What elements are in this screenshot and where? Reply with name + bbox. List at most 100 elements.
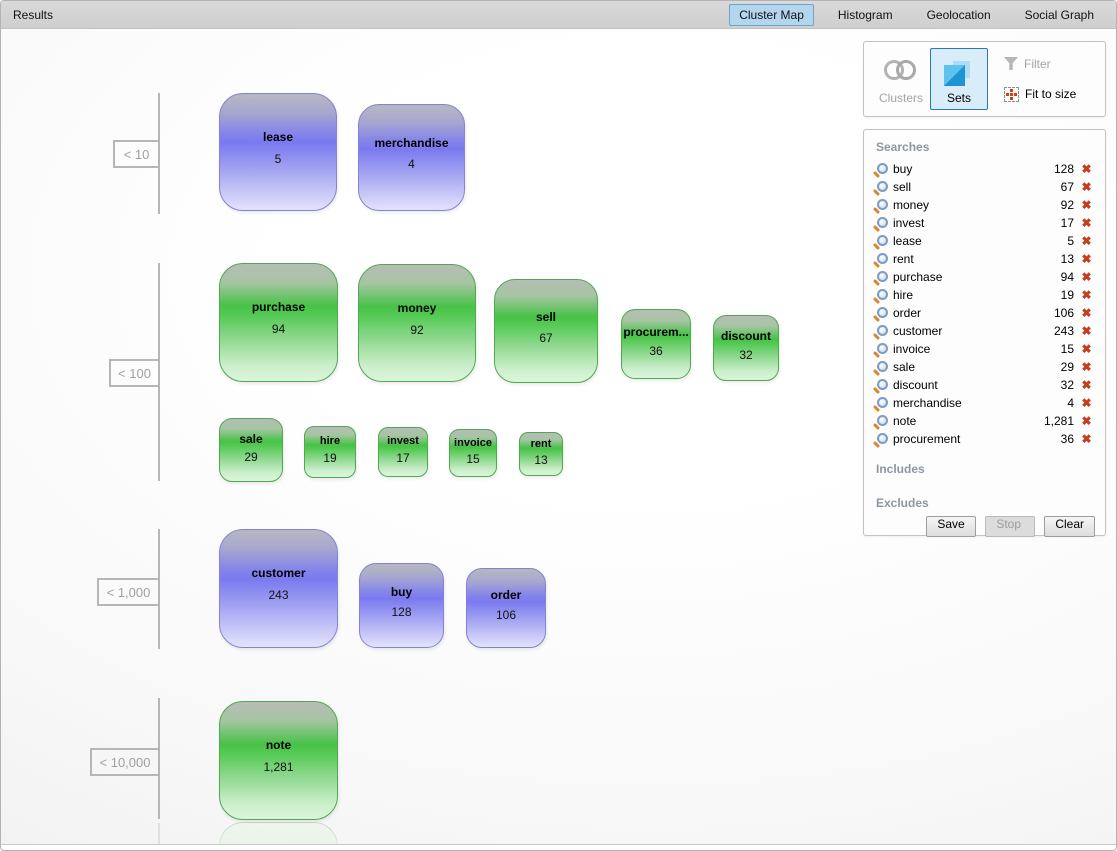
searches-button-row: SaveStopClear [874,516,1095,539]
search-count: 32 [1061,378,1074,392]
bubble-label: merchandise [374,136,448,150]
delete-search-icon[interactable]: ✖ [1078,324,1095,338]
search-item-order[interactable]: order106✖ [874,304,1095,322]
tab-histogram[interactable]: Histogram [828,4,903,26]
search-term-label: invest [893,216,924,230]
delete-search-icon[interactable]: ✖ [1078,270,1095,284]
bubble-label: discount [721,329,771,343]
search-item-invoice[interactable]: invoice15✖ [874,340,1095,358]
cluster-bubble-invoice[interactable]: invoice15 [449,429,497,477]
sets-button[interactable]: Sets [930,48,988,110]
search-item-note[interactable]: note1,281✖ [874,412,1095,430]
cluster-bubble-money[interactable]: money92 [358,264,476,382]
bubble-label: order [491,588,522,602]
delete-search-icon[interactable]: ✖ [1078,342,1095,356]
search-item-rent[interactable]: rent 13 ✖ [874,250,1095,268]
delete-search-icon[interactable]: ✖ [1078,252,1095,266]
bubble-label: customer [251,566,305,580]
search-item-money[interactable]: money92✖ [874,196,1095,214]
bubble-count: 36 [649,344,662,358]
cluster-bubble-note[interactable]: note1,281 [219,701,338,820]
search-term-label: rent [893,252,914,266]
clear-button[interactable]: Clear [1044,516,1095,537]
search-item-procurement[interactable]: procurement 36 ✖ [874,430,1095,448]
tab-cluster-map[interactable]: Cluster Map [729,4,814,26]
delete-search-icon[interactable]: ✖ [1078,396,1095,410]
delete-search-icon[interactable]: ✖ [1078,378,1095,392]
size-bracket-label: < 1,000 [107,585,151,600]
cluster-bubble-sale[interactable]: sale29 [219,418,283,482]
search-term-label: sale [893,360,915,374]
search-item-purchase[interactable]: purchase94✖ [874,268,1095,286]
search-count: 13 [1061,252,1074,266]
search-item-lease[interactable]: lease5✖ [874,232,1095,250]
search-icon [874,396,888,411]
delete-search-icon[interactable]: ✖ [1078,360,1095,374]
cluster-bubble-rent[interactable]: rent13 [519,432,563,476]
bubble-label: purchase [252,300,305,314]
bubble-count: 32 [739,348,752,362]
cluster-bubble-invest[interactable]: invest17 [378,427,428,477]
delete-search-icon[interactable]: ✖ [1078,180,1095,194]
search-count: 36 [1061,432,1074,446]
search-item-sell[interactable]: sell67✖ [874,178,1095,196]
delete-search-icon[interactable]: ✖ [1078,288,1095,302]
cluster-bubble-buy[interactable]: buy128 [359,563,444,648]
bubble-count: 67 [539,331,552,345]
search-count: 15 [1061,342,1074,356]
search-icon [874,252,888,267]
search-item-buy[interactable]: buy128✖ [874,160,1095,178]
bubble-count: 5 [275,152,282,166]
toolbar-right-column: Filter Fit to size [1004,57,1076,102]
search-icon [874,180,888,195]
size-bracket-line-reflection [158,823,160,845]
size-bracket-label: < 100 [118,366,151,381]
bubble-label: invoice [454,437,492,449]
cluster-bubble-merchandise[interactable]: merchandise 4 [358,104,465,211]
results-window: Results Cluster MapHistogramGeolocationS… [0,0,1117,851]
cluster-bubble-sell[interactable]: sell67 [494,279,598,383]
sets-layers-icon [944,58,974,86]
tab-social-graph[interactable]: Social Graph [1015,4,1104,26]
search-item-discount[interactable]: discount32✖ [874,376,1095,394]
search-icon [874,270,888,285]
view-tabs: Cluster Map Histogram Geolocation Social Gr… [729,4,1104,26]
cluster-bubble-lease[interactable]: lease5 [219,93,337,211]
delete-search-icon[interactable]: ✖ [1078,162,1095,176]
cluster-bubble-discount[interactable]: discount 32 [713,315,779,381]
bubble-count: 17 [396,451,409,465]
cluster-bubble-procurem[interactable]: procurem...36 [621,309,691,379]
bubble-count: 4 [408,157,415,171]
delete-search-icon[interactable]: ✖ [1078,414,1095,428]
search-icon [874,360,888,375]
cluster-bubble-customer[interactable]: customer243 [219,529,338,648]
cluster-bubble-order[interactable]: order106 [466,568,546,648]
search-item-sale[interactable]: sale29✖ [874,358,1095,376]
size-bracket-line [158,263,160,481]
delete-search-icon[interactable]: ✖ [1078,216,1095,230]
delete-search-icon[interactable]: ✖ [1078,234,1095,248]
delete-search-icon[interactable]: ✖ [1078,198,1095,212]
cluster-bubble-purchase[interactable]: purchase 94 [219,263,338,382]
search-count: 1,281 [1044,414,1074,428]
search-item-customer[interactable]: customer243✖ [874,322,1095,340]
fit-to-size-button[interactable]: Fit to size [1004,87,1076,102]
search-term-label: money [893,198,929,212]
search-item-invest[interactable]: invest 17 ✖ [874,214,1095,232]
filter-button-label: Filter [1024,57,1051,71]
filter-button[interactable]: Filter [1004,57,1076,71]
tab-geolocation[interactable]: Geolocation [917,4,1001,26]
clusters-button[interactable]: Clusters [872,48,930,110]
save-button[interactable]: Save [926,516,976,537]
filter-funnel-icon [1004,57,1018,70]
search-item-hire[interactable]: hire19✖ [874,286,1095,304]
bubble-count: 94 [272,322,285,336]
cluster-bubble-hire[interactable]: hire19 [304,426,356,478]
delete-search-icon[interactable]: ✖ [1078,432,1095,446]
searches-section-title: Searches [876,140,1095,154]
search-count: 17 [1061,216,1074,230]
search-term-label: procurement [893,432,960,446]
search-item-merchandise[interactable]: merchandise4✖ [874,394,1095,412]
delete-search-icon[interactable]: ✖ [1078,306,1095,320]
size-bracket-line [158,698,160,819]
